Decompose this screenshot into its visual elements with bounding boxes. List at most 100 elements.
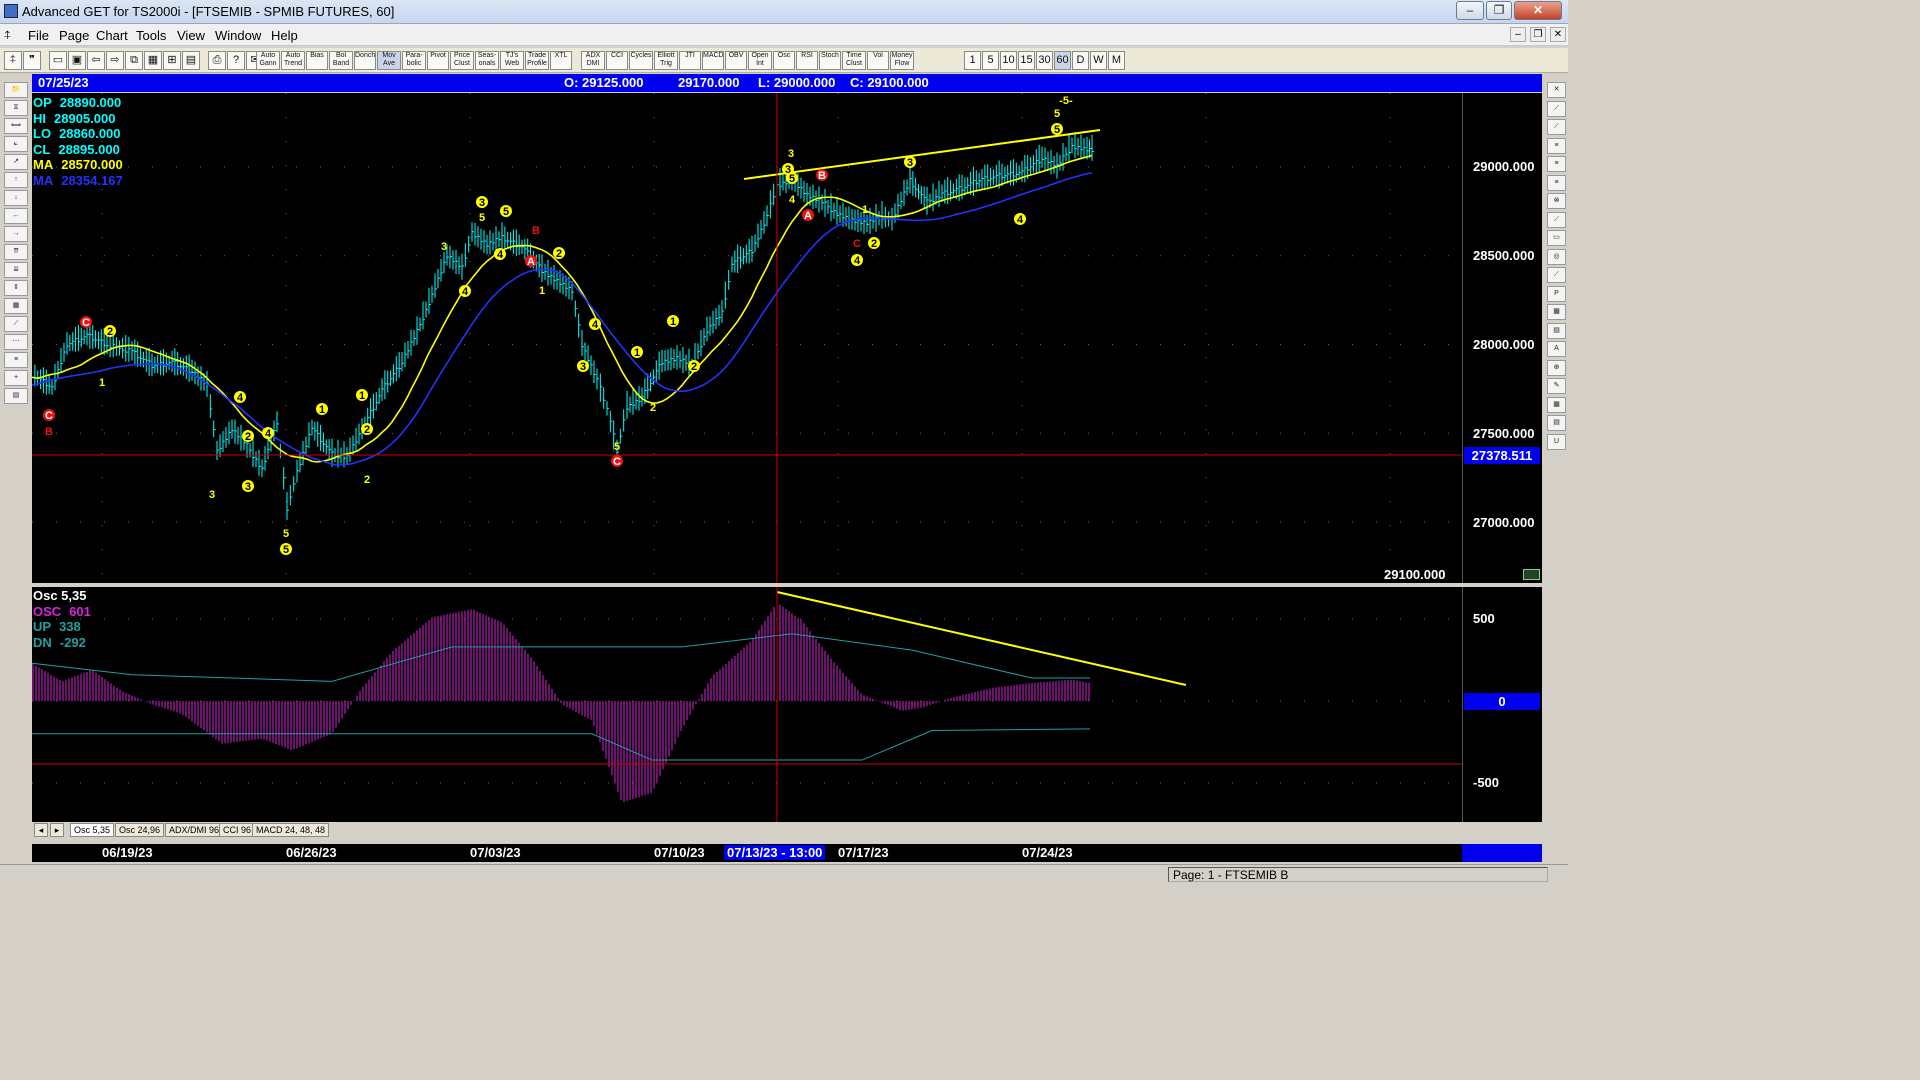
menu-chart[interactable]: Chart xyxy=(96,28,128,43)
scale-icon[interactable] xyxy=(1523,569,1540,580)
right-arrow-icon[interactable]: → xyxy=(4,226,28,242)
fit-icon[interactable]: ⇕ xyxy=(4,280,28,296)
minimize-button[interactable]: ‒ xyxy=(1456,1,1484,20)
study-button[interactable]: Auto Gann xyxy=(256,51,280,70)
study-button[interactable]: Trade Profile xyxy=(525,51,549,70)
grid-icon[interactable]: ▦ xyxy=(144,51,162,70)
fib-icon[interactable]: ≡ xyxy=(4,352,28,368)
menu-help[interactable]: Help xyxy=(271,28,298,43)
interval-button[interactable]: D xyxy=(1072,51,1089,70)
close-button[interactable]: ✕ xyxy=(1514,1,1562,20)
study-icon[interactable]: ⧖ xyxy=(4,100,28,116)
scale-up-icon[interactable]: ⇈ xyxy=(4,244,28,260)
interval-button[interactable]: 30 xyxy=(1036,51,1053,70)
tab-cci[interactable]: CCI 96 xyxy=(219,823,256,837)
layers-icon[interactable]: ▤ xyxy=(1547,415,1566,431)
new-page-icon[interactable]: ▭ xyxy=(49,51,67,70)
tab-osc-24-96[interactable]: Osc 24,96 xyxy=(115,823,165,837)
study-button[interactable]: Pivot xyxy=(427,51,449,70)
interval-button[interactable]: 5 xyxy=(982,51,999,70)
text-icon[interactable]: A xyxy=(1547,341,1566,357)
back-icon[interactable]: ⇦ xyxy=(87,51,105,70)
gann-icon[interactable]: ⋯ xyxy=(4,334,28,350)
mob-icon[interactable]: ▤ xyxy=(1547,322,1566,339)
tile-icon[interactable]: ⊞ xyxy=(163,51,181,70)
template-icon[interactable]: ▦ xyxy=(1547,396,1566,413)
study-button[interactable]: Cycles xyxy=(629,51,653,70)
lines-icon[interactable]: ⟋ xyxy=(4,316,28,332)
study-button[interactable]: Seas-onals xyxy=(475,51,499,70)
price-chart-canvas[interactable]: CBC21423345512123435 54BA21435C12213354BA… xyxy=(31,93,1462,583)
study-button[interactable]: Para-bolic xyxy=(402,51,426,70)
study-button[interactable]: Vol xyxy=(867,51,889,70)
interval-button[interactable]: M xyxy=(1108,51,1125,70)
study-button[interactable]: MACD xyxy=(702,51,724,70)
study-button[interactable]: Donch xyxy=(354,51,376,70)
grid-icon[interactable]: ▦ xyxy=(4,298,28,314)
down-arrow-icon[interactable]: ↓ xyxy=(4,190,28,206)
open-icon[interactable]: 📁 xyxy=(4,82,28,98)
tab-macd[interactable]: MACD 24, 48, 48 xyxy=(252,823,330,837)
fib-time-icon[interactable]: ≡ xyxy=(1547,174,1566,191)
study-button[interactable]: TJ's Web xyxy=(500,51,524,70)
delete-icon[interactable]: ✕ xyxy=(1547,82,1566,98)
study-button[interactable]: RSI xyxy=(796,51,818,70)
tab-scroll-right-icon[interactable]: ▸ xyxy=(50,823,64,837)
child-close-button[interactable]: ✕ xyxy=(1550,27,1566,42)
reset-icon[interactable]: ⟺ xyxy=(4,118,28,134)
study-button[interactable]: ADX DMI xyxy=(581,51,605,70)
tab-scroll-left-icon[interactable]: ◂ xyxy=(34,823,48,837)
study-button[interactable]: Bias xyxy=(306,51,328,70)
study-button[interactable]: Money Flow xyxy=(890,51,914,70)
interval-button[interactable]: 60 xyxy=(1054,51,1071,70)
quote-icon[interactable]: ❞ xyxy=(23,51,41,70)
fib-ext-icon[interactable]: ≡ xyxy=(1547,156,1566,172)
child-minimize-button[interactable]: ‒ xyxy=(1510,27,1526,42)
zoom-icon[interactable]: ⊕ xyxy=(1547,359,1566,376)
menu-window[interactable]: Window xyxy=(215,28,261,43)
study-button[interactable]: JTI xyxy=(679,51,701,70)
print-icon[interactable]: ▤ xyxy=(4,388,28,404)
doc-icon[interactable]: ⍏ xyxy=(4,28,11,43)
study-button[interactable]: Elliott Trig xyxy=(654,51,678,70)
menu-page[interactable]: Page xyxy=(59,28,89,43)
gann-fan-icon[interactable]: ⟋ xyxy=(1547,267,1566,283)
ellipse-icon[interactable]: ↗ xyxy=(4,154,28,170)
study-button[interactable]: Bol Band xyxy=(329,51,353,70)
trendline-icon[interactable]: ⟋ xyxy=(1547,100,1566,117)
magnet-icon[interactable]: U xyxy=(1547,433,1566,450)
box-icon[interactable]: ▭ xyxy=(1547,230,1566,246)
menu-tools[interactable]: Tools xyxy=(136,28,166,43)
interval-button[interactable]: 10 xyxy=(1000,51,1017,70)
channel-icon[interactable]: ⟋ xyxy=(1547,211,1566,228)
print-icon[interactable]: ⎙ xyxy=(208,51,226,70)
study-button[interactable]: Mov Ave xyxy=(377,51,401,70)
interval-button[interactable]: W xyxy=(1090,51,1107,70)
study-button[interactable]: CCI xyxy=(606,51,628,70)
copy-icon[interactable]: ⧉ xyxy=(125,51,143,70)
study-button[interactable]: OBV xyxy=(725,51,747,70)
pencil-icon[interactable]: ⟋ xyxy=(1547,119,1566,135)
forward-icon[interactable]: ⇨ xyxy=(106,51,124,70)
tab-osc-5-35[interactable]: Osc 5,35 xyxy=(70,823,115,837)
left-arrow-icon[interactable]: ← xyxy=(4,208,28,224)
page-icon[interactable]: ▣ xyxy=(68,51,86,70)
tab-adx-dmi[interactable]: ADX/DMI 96 xyxy=(165,823,224,837)
study-button[interactable]: Price Clust xyxy=(450,51,474,70)
oscillator-panel[interactable] xyxy=(31,587,1462,822)
circle-icon[interactable]: ⊗ xyxy=(1547,193,1566,209)
child-restore-button[interactable]: ❐ xyxy=(1530,27,1546,42)
study-button[interactable]: XTL xyxy=(550,51,572,70)
oscillator-canvas[interactable] xyxy=(31,587,1462,822)
study-button[interactable]: Auto Trend xyxy=(281,51,305,70)
cross-icon[interactable]: + xyxy=(4,370,28,386)
interval-button[interactable]: 15 xyxy=(1018,51,1035,70)
pin-icon[interactable]: ⍏ xyxy=(4,51,22,70)
ellipse-icon[interactable]: ◎ xyxy=(1547,248,1566,265)
fib-retrace-icon[interactable]: ≡ xyxy=(1547,137,1566,154)
menu-view[interactable]: View xyxy=(177,28,205,43)
study-button[interactable]: Stoch xyxy=(819,51,841,70)
wave-icon[interactable]: ⟀ xyxy=(4,136,28,152)
up-arrow-icon[interactable]: ↑ xyxy=(4,172,28,188)
study-button[interactable]: Osc xyxy=(773,51,795,70)
